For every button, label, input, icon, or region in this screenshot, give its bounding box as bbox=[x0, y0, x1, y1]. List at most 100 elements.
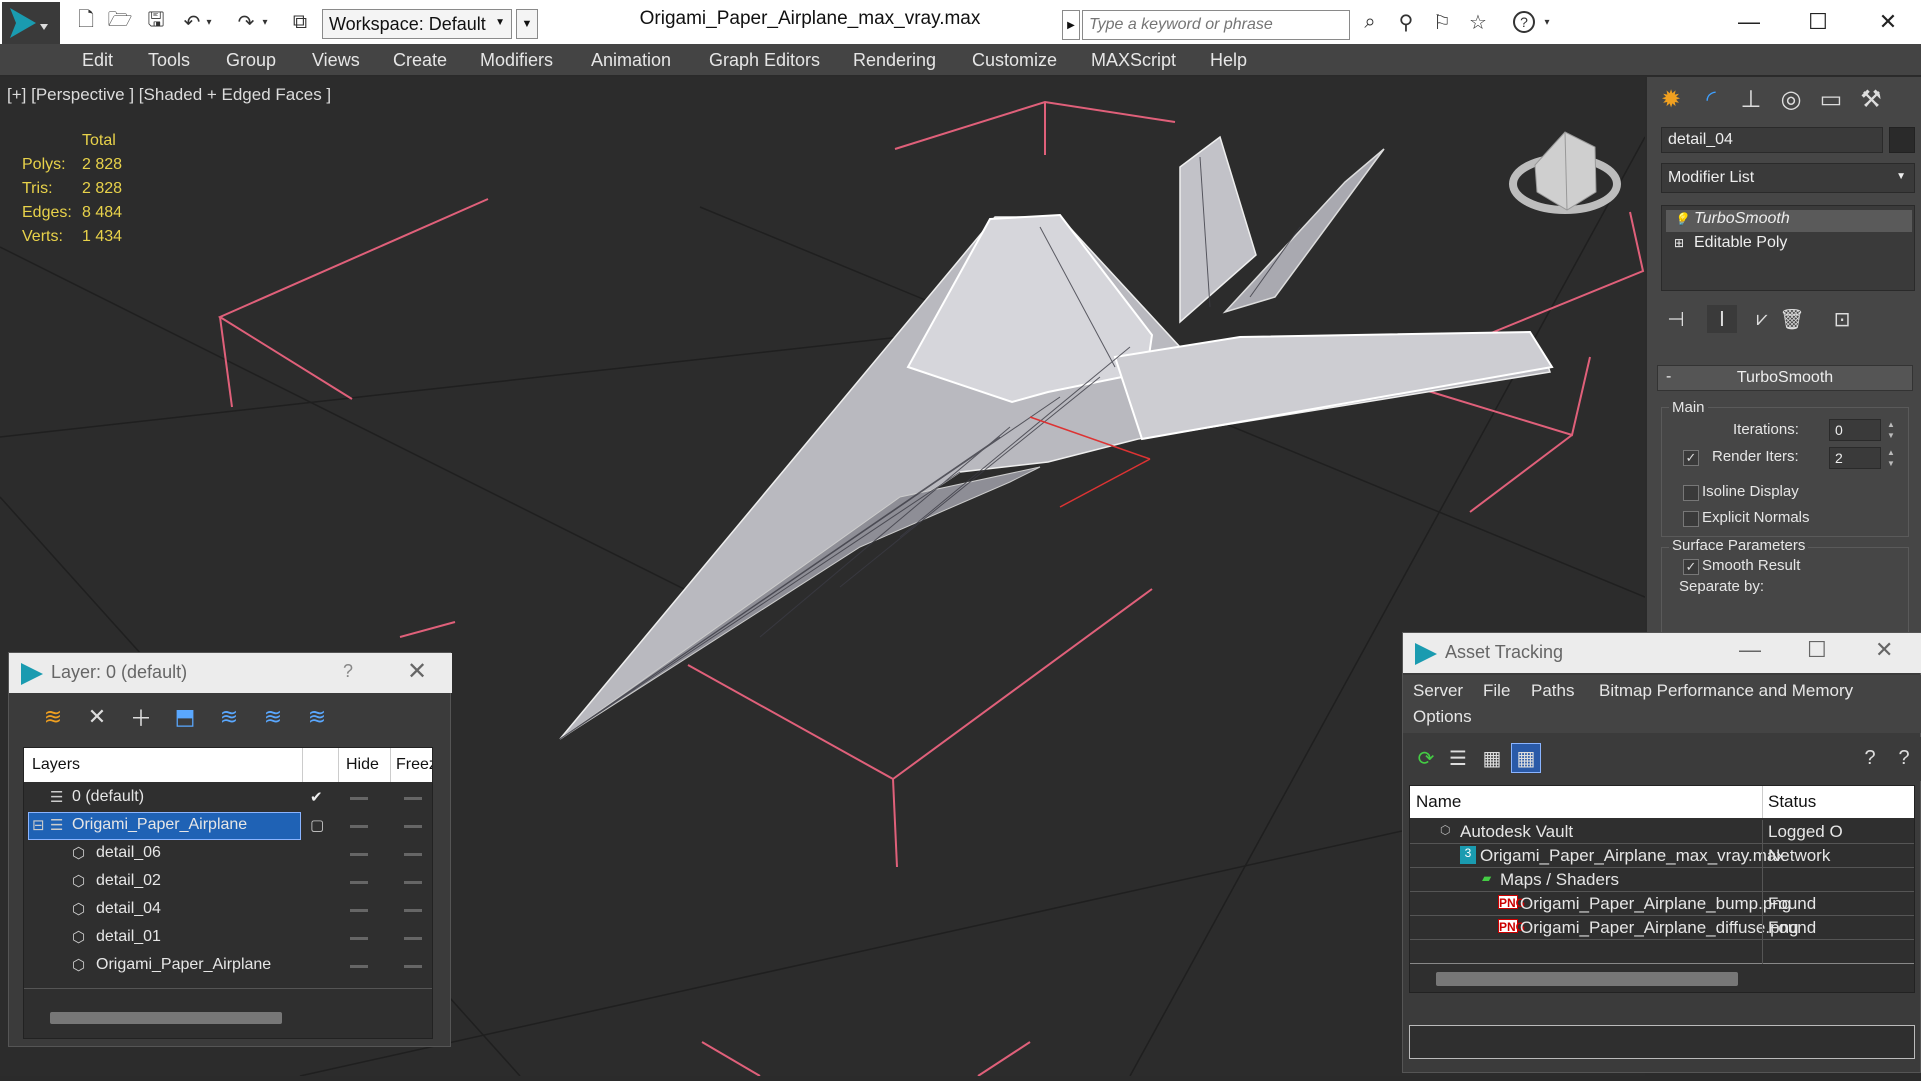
redo-dropdown-icon[interactable]: ▾ bbox=[258, 8, 272, 36]
viewport-label[interactable]: [+] [Perspective ] [Shaded + Edged Faces… bbox=[7, 85, 331, 105]
layer-row[interactable]: ☰ 0 (default) ✔ bbox=[24, 784, 432, 812]
freeze-toggle[interactable] bbox=[404, 853, 422, 856]
asset-row[interactable]: 3 Origami_Paper_Airplane_max_vray.max Ne… bbox=[1410, 844, 1914, 868]
sign-in-icon[interactable]: ⚐ bbox=[1428, 8, 1456, 36]
freeze-toggle[interactable] bbox=[404, 965, 422, 968]
hide-toggle[interactable] bbox=[350, 853, 368, 856]
make-unique-icon[interactable]: ⩗ bbox=[1747, 305, 1777, 333]
help-dropdown-icon[interactable]: ▾ bbox=[1540, 8, 1554, 36]
menu-server[interactable]: Server bbox=[1413, 681, 1463, 701]
show-end-result-icon[interactable]: Ⅰ bbox=[1707, 305, 1737, 333]
open-file-icon[interactable]: 🗁 bbox=[106, 8, 134, 36]
lightbulb-icon[interactable]: 💡 bbox=[1674, 212, 1689, 226]
maximize-button[interactable]: ☐ bbox=[1788, 4, 1848, 40]
smooth-result-checkbox[interactable]: ✓ bbox=[1683, 559, 1699, 575]
minimize-button[interactable]: — bbox=[1719, 4, 1779, 40]
help-icon[interactable]: ? bbox=[343, 661, 353, 682]
explicit-normals-checkbox[interactable] bbox=[1683, 511, 1699, 527]
asset-row[interactable]: ⬡ Autodesk Vault Logged O bbox=[1410, 820, 1914, 844]
render-iters-spinner[interactable]: 2 bbox=[1829, 447, 1881, 469]
set-current-icon[interactable]: ▢ bbox=[310, 816, 324, 834]
column-divider[interactable] bbox=[1762, 786, 1763, 818]
menu-options[interactable]: Options bbox=[1413, 707, 1472, 727]
menu-group[interactable]: Group bbox=[226, 50, 276, 71]
minimize-icon[interactable]: — bbox=[1739, 637, 1761, 663]
freeze-toggle[interactable] bbox=[404, 937, 422, 940]
modifier-list-dropdown[interactable]: Modifier List ▼ bbox=[1661, 163, 1915, 193]
freeze-toggle[interactable] bbox=[404, 825, 422, 828]
highlight-help-icon[interactable]: ? bbox=[1889, 743, 1919, 773]
project-folder-icon[interactable]: ⧉ bbox=[286, 8, 314, 36]
modify-tab-icon[interactable]: ◜ bbox=[1693, 81, 1729, 117]
menu-help[interactable]: Help bbox=[1210, 50, 1247, 71]
hide-toggle[interactable] bbox=[350, 797, 368, 800]
layer-row[interactable]: ⬡ detail_02 bbox=[24, 868, 432, 896]
motion-tab-icon[interactable]: ◎ bbox=[1773, 81, 1809, 117]
maximize-icon[interactable]: ☐ bbox=[1807, 637, 1827, 663]
hierarchy-tab-icon[interactable]: ⊥ bbox=[1733, 81, 1769, 117]
render-iters-checkbox[interactable]: ✓ bbox=[1683, 450, 1699, 466]
asset-row[interactable]: PNG Origami_Paper_Airplane_diffuse.png F… bbox=[1410, 916, 1914, 940]
table-view-icon[interactable]: ▦ bbox=[1511, 743, 1541, 773]
checkmark-icon[interactable]: ✔ bbox=[310, 788, 323, 806]
menu-graph-editors[interactable]: Graph Editors bbox=[709, 50, 820, 71]
menu-modifiers[interactable]: Modifiers bbox=[480, 50, 553, 71]
column-status[interactable]: Status bbox=[1768, 792, 1816, 812]
iterations-spinner[interactable]: 0 bbox=[1829, 419, 1881, 441]
expand-plus-icon[interactable]: ⊞ bbox=[1674, 236, 1684, 250]
freeze-toggle[interactable] bbox=[404, 881, 422, 884]
layer-row[interactable]: ⬡ detail_01 bbox=[24, 924, 432, 952]
object-color-swatch[interactable] bbox=[1889, 127, 1915, 153]
configure-sets-icon[interactable]: ⊡ bbox=[1827, 305, 1857, 333]
save-file-icon[interactable]: 🖫 bbox=[142, 8, 170, 36]
menu-edit[interactable]: Edit bbox=[82, 50, 113, 71]
remove-modifier-icon[interactable]: 🗑 bbox=[1777, 305, 1807, 333]
menu-paths[interactable]: Paths bbox=[1531, 681, 1574, 701]
thumbnail-view-icon[interactable]: ▦ bbox=[1477, 743, 1507, 773]
menu-animation[interactable]: Animation bbox=[591, 50, 671, 71]
layer-row[interactable]: ⬡ Origami_Paper_Airplane bbox=[24, 952, 432, 980]
object-name-field[interactable]: detail_04 bbox=[1661, 127, 1883, 153]
asset-dialog-titlebar[interactable]: Asset Tracking — ☐ ✕ bbox=[1403, 633, 1921, 673]
collapse-minus-icon[interactable]: ⊟ bbox=[32, 816, 45, 834]
hide-toggle[interactable] bbox=[350, 825, 368, 828]
menu-create[interactable]: Create bbox=[393, 50, 447, 71]
favorites-star-icon[interactable]: ☆ bbox=[1464, 8, 1492, 36]
create-tab-icon[interactable]: ✹ bbox=[1653, 81, 1689, 117]
add-to-layer-icon[interactable]: ＋ bbox=[127, 703, 155, 731]
asset-row[interactable]: PNG Origami_Paper_Airplane_bump.png Foun… bbox=[1410, 892, 1914, 916]
viewcube-icon[interactable] bbox=[1509, 131, 1621, 214]
search-expand-icon[interactable]: ▶ bbox=[1062, 10, 1080, 40]
freeze-toggle[interactable] bbox=[404, 909, 422, 912]
spinner-arrows-icon[interactable]: ▲ ▼ bbox=[1885, 447, 1897, 469]
app-logo-icon[interactable] bbox=[2, 2, 60, 44]
display-tab-icon[interactable]: ▭ bbox=[1813, 81, 1849, 117]
column-layers[interactable]: Layers bbox=[32, 756, 80, 774]
help-context-icon[interactable]: ? bbox=[1855, 743, 1885, 773]
menu-maxscript[interactable]: MAXScript bbox=[1091, 50, 1176, 71]
freeze-toggle[interactable] bbox=[404, 797, 422, 800]
pin-stack-icon[interactable]: ⊣ bbox=[1661, 305, 1691, 333]
layer-row[interactable]: ⊟ ☰ Origami_Paper_Airplane ▢ bbox=[24, 812, 432, 840]
undo-dropdown-icon[interactable]: ▾ bbox=[202, 8, 216, 36]
spinner-arrows-icon[interactable]: ▲ ▼ bbox=[1885, 419, 1897, 441]
column-divider[interactable] bbox=[338, 748, 339, 782]
asset-row[interactable]: ▰ Maps / Shaders bbox=[1410, 868, 1914, 892]
layer-row[interactable]: ⬡ detail_06 bbox=[24, 840, 432, 868]
menu-tools[interactable]: Tools bbox=[148, 50, 190, 71]
help-button[interactable]: ? bbox=[1510, 8, 1538, 36]
highlight-selected-icon[interactable]: ≋ bbox=[215, 703, 243, 731]
stack-item-editable-poly[interactable]: ⊞ Editable Poly bbox=[1666, 234, 1912, 256]
asset-path-field[interactable] bbox=[1409, 1025, 1915, 1059]
column-hide[interactable]: Hide bbox=[346, 756, 379, 774]
column-freeze[interactable]: Freez bbox=[396, 756, 432, 774]
refresh-icon[interactable]: ⟳ bbox=[1411, 743, 1441, 773]
utilities-tab-icon[interactable]: ⚒ bbox=[1853, 81, 1889, 117]
column-divider[interactable] bbox=[302, 748, 303, 782]
isoline-display-checkbox[interactable] bbox=[1683, 485, 1699, 501]
horizontal-scrollbar[interactable] bbox=[1436, 972, 1738, 986]
binoculars-icon[interactable]: ⌕ bbox=[1356, 8, 1384, 36]
stack-item-turbosmooth[interactable]: 💡 TurboSmooth bbox=[1666, 210, 1912, 232]
hide-toggle[interactable] bbox=[350, 937, 368, 940]
list-view-icon[interactable]: ☰ bbox=[1443, 743, 1473, 773]
